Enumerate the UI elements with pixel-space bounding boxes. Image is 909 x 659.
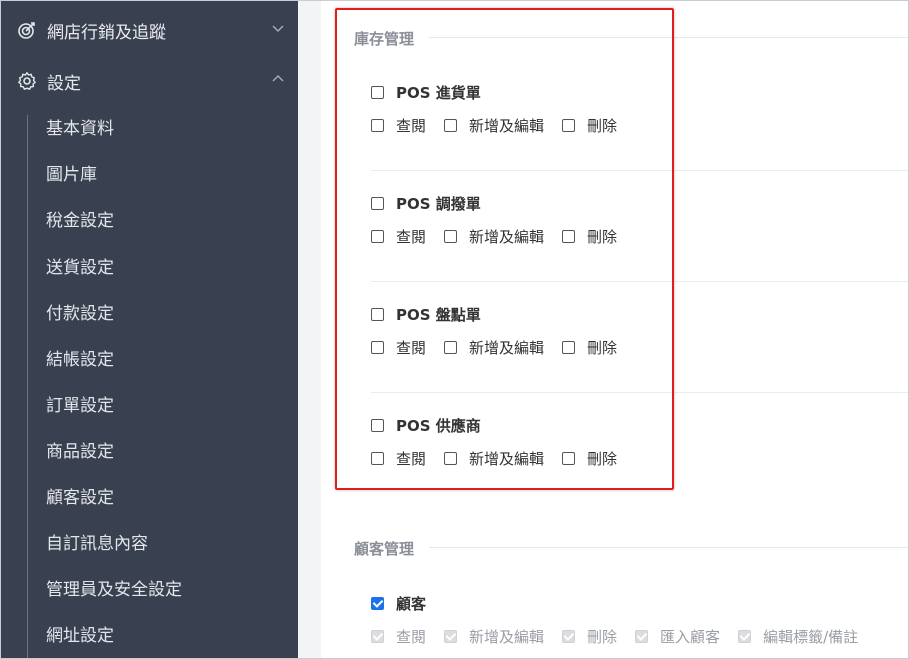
section-title-customers: 顧客管理 <box>354 540 415 558</box>
sidebar-subitem-image-library[interactable]: 圖片庫 <box>46 162 97 188</box>
sidebar-subitem-admin-security[interactable]: 管理員及安全設定 <box>46 577 182 603</box>
sidebar-subitem-shipping-settings[interactable]: 送貨設定 <box>46 255 114 281</box>
checkbox-disabled-checked <box>371 630 384 643</box>
sidebar-subitem-custom-messages[interactable]: 自訂訊息內容 <box>46 531 148 557</box>
option-label: 新增及編輯 <box>469 628 545 646</box>
sidebar-item-label: 設定 <box>47 73 81 94</box>
chevron-up-icon[interactable] <box>272 73 284 85</box>
sidebar-subitem-tax-settings[interactable]: 稅金設定 <box>46 208 114 234</box>
checkbox-disabled-checked <box>738 630 752 643</box>
option-label: 查閱 <box>396 628 427 646</box>
sidebar-item-marketing[interactable]: 網店行銷及追蹤 <box>1 7 298 53</box>
target-icon <box>18 22 35 39</box>
checkbox-disabled-checked <box>635 630 649 643</box>
option-label: 編輯標籤/備註 <box>763 628 859 646</box>
chevron-down-icon[interactable] <box>272 22 284 34</box>
sidebar-subitem-checkout-settings[interactable]: 結帳設定 <box>46 347 114 373</box>
sidebar-subitem-payment-settings[interactable]: 付款設定 <box>46 301 114 327</box>
tree-guide-line <box>27 115 28 658</box>
checkbox-disabled-checked <box>562 630 576 643</box>
section-divider <box>429 547 908 548</box>
gear-icon <box>18 72 36 90</box>
sidebar-subitem-order-settings[interactable]: 訂單設定 <box>46 393 114 419</box>
perm-options-row: 查閱 新增及編輯 刪除 匯入顧客 編輯標籤/備註 <box>371 626 876 647</box>
perm-group-customers: 顧客 <box>371 593 426 614</box>
sidebar-item-label: 網店行銷及追蹤 <box>47 22 166 43</box>
sidebar-subitem-basic-info[interactable]: 基本資料 <box>46 116 114 142</box>
sidebar: 網店行銷及追蹤 設定 基本資料 圖片庫 稅金設定 送貨設定 付款設定 結帳設定 … <box>1 1 298 658</box>
app-window: 網店行銷及追蹤 設定 基本資料 圖片庫 稅金設定 送貨設定 付款設定 結帳設定 … <box>0 0 909 659</box>
checkbox-disabled-checked <box>444 630 458 643</box>
sidebar-subitem-product-settings[interactable]: 商品設定 <box>46 439 114 465</box>
sidebar-subitem-domain-settings[interactable]: 網址設定 <box>46 623 114 649</box>
highlight-box <box>335 8 674 490</box>
option-label: 刪除 <box>587 628 618 646</box>
sidebar-subitem-customer-settings[interactable]: 顧客設定 <box>46 485 114 511</box>
perm-group-label: 顧客 <box>396 595 427 613</box>
option-label: 匯入顧客 <box>660 628 721 646</box>
checkbox-checked[interactable] <box>371 597 384 610</box>
sidebar-item-settings[interactable]: 設定 <box>1 58 298 104</box>
